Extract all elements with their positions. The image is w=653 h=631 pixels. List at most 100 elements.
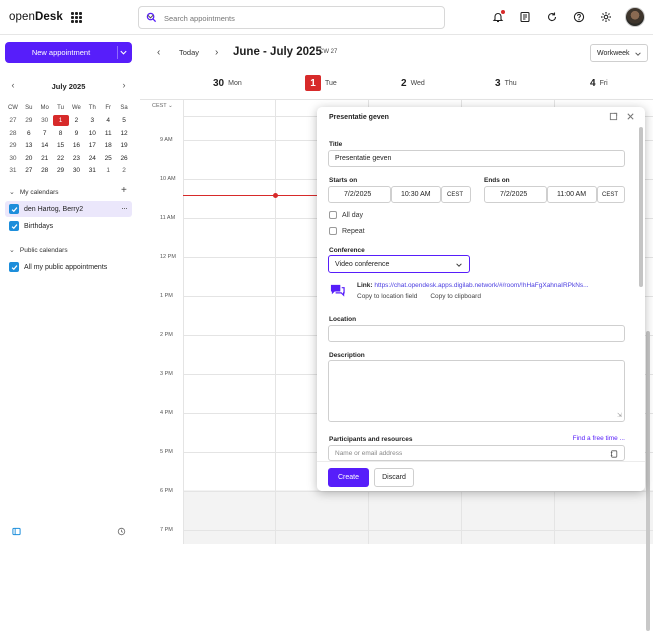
mini-day[interactable]: 6 xyxy=(21,128,37,139)
mini-day[interactable]: 4 xyxy=(100,115,116,126)
mini-day[interactable]: 10 xyxy=(84,128,100,139)
mini-day[interactable]: 21 xyxy=(37,153,53,164)
address-book-icon[interactable] xyxy=(610,450,618,458)
user-avatar[interactable] xyxy=(625,7,645,27)
repeat-checkbox[interactable]: Repeat xyxy=(329,227,365,235)
create-button[interactable]: Create xyxy=(328,468,369,487)
chevron-down-icon[interactable] xyxy=(119,48,128,57)
dialog-scrollbar[interactable] xyxy=(639,127,643,287)
mini-day[interactable]: 16 xyxy=(69,140,85,151)
day-header-thu[interactable]: 3 Thu xyxy=(495,75,517,91)
mini-day[interactable]: 19 xyxy=(116,140,132,151)
conference-select[interactable]: Video conference xyxy=(328,255,470,273)
calendar-scrollbar[interactable] xyxy=(646,331,650,631)
all-day-checkbox[interactable]: All day xyxy=(329,211,363,219)
search-input[interactable] xyxy=(164,10,419,26)
calendar-item-public[interactable]: All my public appointments xyxy=(5,259,132,275)
start-timezone-button[interactable]: CEST xyxy=(441,186,471,203)
close-icon[interactable] xyxy=(626,112,635,121)
chevron-down-icon[interactable] xyxy=(146,12,155,21)
description-textarea[interactable]: ⇲ xyxy=(328,360,625,422)
mini-day[interactable]: 8 xyxy=(53,128,69,139)
find-free-time-link[interactable]: Find a free time ... xyxy=(573,435,625,442)
mini-day[interactable]: 5 xyxy=(116,115,132,126)
day-header-fri[interactable]: 4 Fri xyxy=(590,75,608,91)
mini-day[interactable]: 23 xyxy=(69,153,85,164)
calendar-item-personal[interactable]: den Hartog, Berry2 ··· xyxy=(5,201,132,217)
mini-day[interactable]: 24 xyxy=(84,153,100,164)
day-header-wed[interactable]: 2 Wed xyxy=(401,75,425,91)
calendar-item-birthdays[interactable]: Birthdays xyxy=(5,218,132,234)
end-date-input[interactable]: 7/2/2025 xyxy=(484,186,547,203)
checkbox-checked-icon[interactable] xyxy=(9,262,19,272)
bell-icon[interactable] xyxy=(490,9,506,25)
timezone-label[interactable]: CEST ⌄ xyxy=(152,103,173,109)
checkbox-box[interactable] xyxy=(329,211,337,219)
mini-day[interactable]: 2 xyxy=(69,115,85,126)
mini-day-today[interactable]: 1 xyxy=(52,115,69,127)
mini-day[interactable]: 17 xyxy=(84,140,100,151)
copy-to-clipboard-button[interactable]: Copy to clipboard xyxy=(430,293,481,300)
mini-day[interactable]: 9 xyxy=(69,128,85,139)
mini-day[interactable]: 12 xyxy=(116,128,132,139)
mini-day[interactable]: 3 xyxy=(84,115,100,126)
mini-day[interactable]: 15 xyxy=(53,140,69,151)
mini-day[interactable]: 30 xyxy=(69,165,85,176)
checkbox-checked-icon[interactable] xyxy=(9,204,19,214)
new-appointment-button[interactable]: New appointment xyxy=(5,42,132,63)
refresh-icon[interactable] xyxy=(544,9,560,25)
view-select[interactable]: Workweek xyxy=(590,44,648,62)
sidebar-toggle-icon[interactable] xyxy=(12,527,21,536)
mini-day[interactable]: 27 xyxy=(21,165,37,176)
conference-link[interactable]: Link: https://chat.opendesk.apps.digilab… xyxy=(357,282,625,289)
chevron-right-icon[interactable]: › xyxy=(118,80,130,90)
help-icon[interactable] xyxy=(571,9,587,25)
title-input[interactable]: Presentatie geven xyxy=(328,150,625,167)
more-options-icon[interactable]: ··· xyxy=(121,203,128,213)
today-button[interactable]: Today xyxy=(179,48,199,57)
mini-day[interactable]: 13 xyxy=(21,140,37,151)
maximize-icon[interactable] xyxy=(609,112,618,121)
participants-input[interactable]: Name or email address xyxy=(328,445,625,461)
mini-day[interactable]: 14 xyxy=(37,140,53,151)
app-logo[interactable]: openDesk xyxy=(9,11,63,23)
conference-url[interactable]: https://chat.opendesk.apps.digilab.netwo… xyxy=(374,282,588,289)
add-calendar-icon[interactable]: + xyxy=(121,185,127,196)
settings-gear-icon[interactable] xyxy=(598,9,614,25)
app-launcher-icon[interactable] xyxy=(71,12,82,23)
mini-day[interactable]: 2 xyxy=(116,165,132,176)
my-calendars-section[interactable]: ⌄ My calendars xyxy=(9,188,59,197)
chevron-left-icon[interactable]: ‹ xyxy=(157,47,160,58)
mini-day[interactable]: 29 xyxy=(53,165,69,176)
mini-day[interactable]: 30 xyxy=(37,115,53,126)
mini-day[interactable]: 25 xyxy=(100,153,116,164)
start-date-input[interactable]: 7/2/2025 xyxy=(328,186,391,203)
mini-day[interactable]: 1 xyxy=(100,165,116,176)
tasks-icon[interactable] xyxy=(517,9,533,25)
resize-handle-icon[interactable]: ⇲ xyxy=(617,412,622,419)
end-time-input[interactable]: 11:00 AM xyxy=(547,186,597,203)
chevron-right-icon[interactable]: › xyxy=(215,47,218,58)
mini-day[interactable]: 7 xyxy=(37,128,53,139)
mini-day[interactable]: 31 xyxy=(84,165,100,176)
mini-day[interactable]: 18 xyxy=(100,140,116,151)
mini-day[interactable]: 26 xyxy=(116,153,132,164)
mini-day[interactable]: 22 xyxy=(53,153,69,164)
mini-day[interactable]: 28 xyxy=(37,165,53,176)
start-time-input[interactable]: 10:30 AM xyxy=(391,186,441,203)
checkbox-checked-icon[interactable] xyxy=(9,221,19,231)
mini-day[interactable]: 20 xyxy=(21,153,37,164)
end-timezone-button[interactable]: CEST xyxy=(597,186,625,203)
search-box[interactable] xyxy=(138,6,445,29)
mini-day[interactable]: 11 xyxy=(100,128,116,139)
checkbox-box[interactable] xyxy=(329,227,337,235)
discard-button[interactable]: Discard xyxy=(374,468,414,487)
day-header-tue[interactable]: 1 Tue xyxy=(305,75,337,91)
day-header-mon[interactable]: 30 Mon xyxy=(213,75,242,91)
location-input[interactable] xyxy=(328,325,625,342)
mini-calendar-week: 27 29 30 1 2 3 4 5 xyxy=(5,115,132,128)
public-calendars-section[interactable]: ⌄ Public calendars xyxy=(9,246,68,255)
history-icon[interactable] xyxy=(117,527,126,536)
mini-day[interactable]: 29 xyxy=(21,115,37,126)
copy-to-location-button[interactable]: Copy to location field xyxy=(357,293,417,300)
